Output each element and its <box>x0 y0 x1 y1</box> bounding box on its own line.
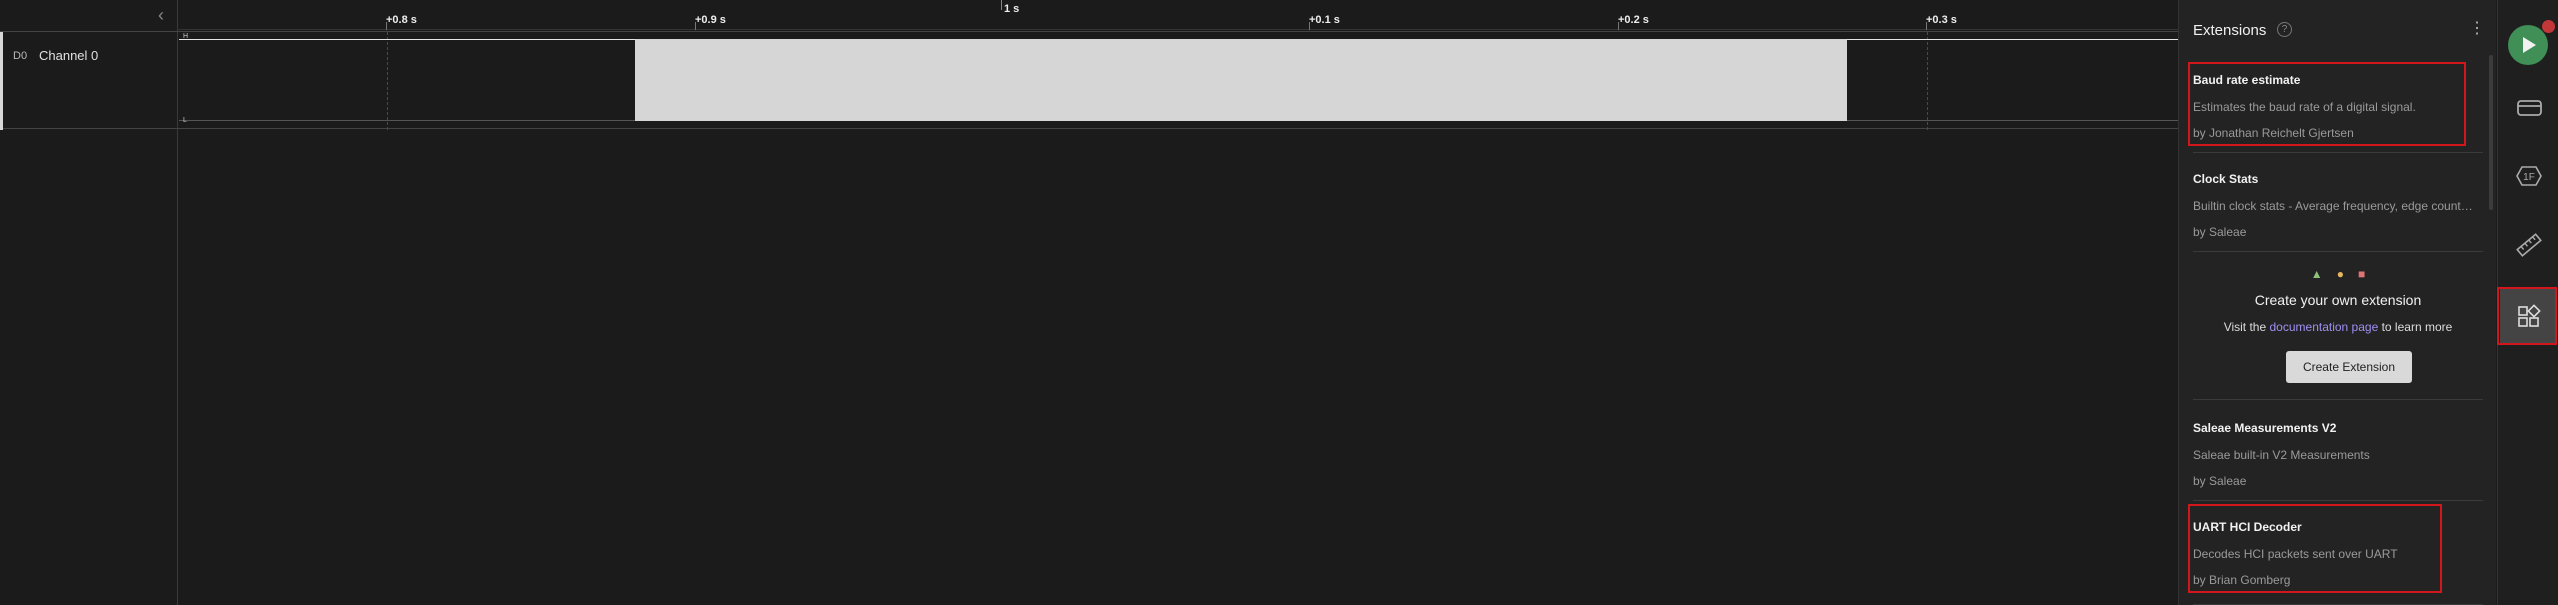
recording-indicator <box>2542 20 2555 33</box>
grid-line <box>387 32 388 130</box>
ruler-center-tick <box>1001 0 1002 10</box>
extension-author: by Saleae <box>2193 225 2247 239</box>
channel-waveform[interactable]: H L <box>179 32 2178 130</box>
ruler-tick-label: +0.8 s <box>386 14 417 26</box>
extension-item[interactable]: Baud rate estimate Estimates the baud ra… <box>2193 64 2483 153</box>
ruler-tick-label: +0.1 s <box>1309 14 1340 26</box>
play-triangle <box>2523 37 2536 53</box>
extension-author: by Brian Gomberg <box>2193 573 2291 587</box>
extension-item[interactable]: UART HCI Decoder Decodes HCI packets sen… <box>2193 511 2483 605</box>
extension-description: Saleae built-in V2 Measurements <box>2193 448 2370 462</box>
measurement-icon[interactable] <box>2509 225 2549 265</box>
analyzer-icon[interactable]: 1F <box>2509 156 2549 196</box>
ruler-tick-label: +0.2 s <box>1618 14 1649 26</box>
low-marker: L <box>183 117 187 124</box>
signal-pulse <box>635 39 1847 121</box>
svg-text:1F: 1F <box>2523 172 2535 183</box>
logic-app: ‹ +0.8 s +0.9 s 1 s +0.1 s +0.2 s +0.3 s… <box>0 0 2558 605</box>
waveform-area: ‹ +0.8 s +0.9 s 1 s +0.1 s +0.2 s +0.3 s… <box>0 0 2178 605</box>
square-icon: ■ <box>2357 267 2366 281</box>
ruler-tick-label: +0.3 s <box>1926 14 1957 26</box>
circle-icon: ● <box>2336 267 2344 281</box>
extension-description: Decodes HCI packets sent over UART <box>2193 547 2398 561</box>
run-icon[interactable] <box>2508 25 2548 65</box>
create-extension-section: ▲ ● ■ Create your own extension Visit the … <box>2193 252 2483 400</box>
extension-item[interactable]: Clock Stats Builtin clock stats - Averag… <box>2193 163 2483 252</box>
extension-item[interactable]: Saleae Measurements V2 Saleae built-in V… <box>2193 412 2483 501</box>
create-extension-title: Create your own extension <box>2254 292 2422 308</box>
create-extension-button[interactable]: Create Extension <box>2286 351 2412 383</box>
channel-color-bar <box>0 32 3 130</box>
extensions-panel: Extensions ? ⋮ Baud rate estimate Estima… <box>2178 0 2496 605</box>
documentation-link[interactable]: documentation page <box>2270 320 2379 334</box>
channel-id: D0 <box>13 50 28 62</box>
grid-line <box>1927 32 1928 130</box>
extension-name: Saleae Measurements V2 <box>2193 421 2337 435</box>
extensions-icon[interactable] <box>2509 296 2549 336</box>
channel-row[interactable]: D0 Channel 0 H L <box>0 31 2178 130</box>
extension-name: Baud rate estimate <box>2193 73 2301 87</box>
ruler-center-label: 1 s <box>1004 3 1020 15</box>
channel-name[interactable]: Channel 0 <box>39 48 98 63</box>
high-marker: H <box>183 33 189 40</box>
extension-description: Estimates the baud rate of a digital sig… <box>2193 100 2416 114</box>
extension-name: Clock Stats <box>2193 172 2259 186</box>
extension-author: by Saleae <box>2193 474 2247 488</box>
triangle-icon: ▲ <box>2310 267 2323 281</box>
ruler-tick-label: +0.9 s <box>695 14 726 26</box>
panel-title: Extensions <box>2193 22 2267 39</box>
device-icon[interactable] <box>2509 88 2549 128</box>
create-extension-text: Visit the documentation page to learn mo… <box>2193 320 2483 334</box>
collapse-chevron-icon[interactable]: ‹ <box>158 6 170 24</box>
create-text-before: Visit the <box>2223 320 2267 334</box>
extension-description: Builtin clock stats - Average frequency,… <box>2193 199 2475 213</box>
help-icon[interactable]: ? <box>2277 22 2292 37</box>
time-ruler[interactable]: +0.8 s +0.9 s 1 s +0.1 s +0.2 s +0.3 s <box>178 0 2178 30</box>
more-options-icon[interactable]: ⋮ <box>2469 20 2485 38</box>
create-text-after: to learn more <box>2381 320 2453 334</box>
extension-author: by Jonathan Reichelt Gjertsen <box>2193 126 2354 140</box>
panel-scrollbar[interactable] <box>2489 55 2493 210</box>
shapes-decoration: ▲ ● ■ <box>2193 267 2483 281</box>
right-toolbar: 1F <box>2497 0 2558 605</box>
extension-name: UART HCI Decoder <box>2193 520 2302 534</box>
